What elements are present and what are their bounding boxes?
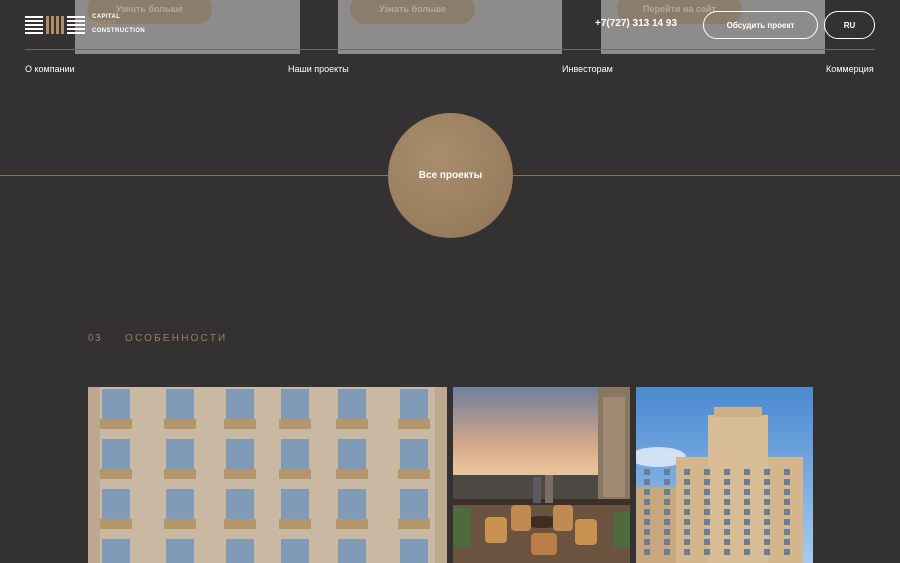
company-logo[interactable]: CAPITAL INVEST CONSTRUCTION bbox=[25, 14, 145, 35]
nav-item-commerce[interactable]: Коммерция bbox=[826, 64, 874, 74]
terrace-image bbox=[453, 387, 630, 563]
section-title: ОСОБЕННОСТИ bbox=[125, 333, 228, 344]
facade-image bbox=[88, 387, 447, 563]
all-projects-button[interactable]: Все проекты bbox=[388, 113, 513, 238]
nav-item-investors[interactable]: Инвесторам bbox=[562, 64, 613, 74]
learn-more-button[interactable]: Узнать больше bbox=[350, 0, 475, 24]
project-card-2: Узнать больше bbox=[338, 0, 562, 54]
section-number: 03 bbox=[88, 333, 103, 344]
building-image bbox=[636, 387, 813, 563]
phone-link[interactable]: +7(727) 313 14 93 bbox=[595, 18, 677, 29]
nav-item-about[interactable]: О компании bbox=[25, 64, 75, 74]
header-divider bbox=[25, 49, 875, 50]
nav-item-projects[interactable]: Наши проекты bbox=[288, 64, 349, 74]
logo-text: CAPITAL INVEST CONSTRUCTION bbox=[92, 14, 146, 34]
language-switch-button[interactable]: RU bbox=[824, 11, 875, 39]
discuss-project-button[interactable]: Обсудить проект bbox=[703, 11, 818, 39]
logo-mark-icon bbox=[25, 15, 85, 34]
